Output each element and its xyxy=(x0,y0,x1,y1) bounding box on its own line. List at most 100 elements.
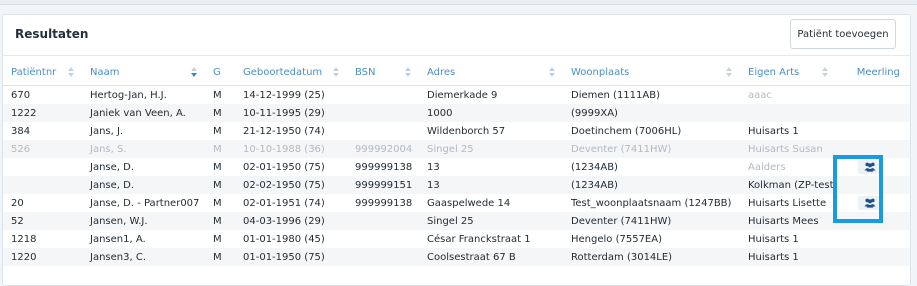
cell-gender: M xyxy=(213,125,222,137)
sort-icon[interactable] xyxy=(68,67,74,77)
table-row[interactable]: 20 Janse, D. - Partner007 M 02-01-1951 (74)… xyxy=(3,194,910,212)
cell-own-doctor: Huisarts 1 xyxy=(740,248,836,266)
cell-patient-nr: 1222 xyxy=(3,104,82,122)
column-header-pati-ntnr[interactable]: Patiëntnr xyxy=(3,59,82,86)
cell-bsn: 999999151 xyxy=(347,176,419,194)
results-table: Patiëntnr Naam G Geboortedatum BSN Adres Woonp… xyxy=(3,59,910,266)
cell-name: Janse, D. xyxy=(90,161,135,173)
column-header-eigen-arts[interactable]: Eigen Arts xyxy=(740,59,836,86)
cell-address: Diemerkade 9 xyxy=(427,89,498,101)
cell-city: Deventer (7411HW) xyxy=(563,212,740,230)
cell-meerling xyxy=(836,230,910,248)
sort-icon[interactable] xyxy=(405,67,411,77)
cell-birthdate: 10-10-1988 (36) xyxy=(235,140,347,158)
cell-bsn: 999992004 xyxy=(347,140,419,158)
cell-birthdate: 21-12-1950 (74) xyxy=(243,125,325,137)
table-row[interactable]: 1220 Jansen3, C. M 01-01-1950 (75) Coolsestr… xyxy=(3,248,910,266)
cell-address: Gaaspelwede 14 xyxy=(427,197,511,209)
cell-address: Singel 25 xyxy=(419,140,563,158)
cell-name: Jans, J. xyxy=(90,125,124,137)
column-header-geboortedatum[interactable]: Geboortedatum xyxy=(235,59,347,86)
cell-meerling xyxy=(836,158,910,176)
cell-gender: M xyxy=(205,212,235,230)
table-row[interactable]: Janse, D. M 02-01-1950 (75) 999999138 13 (123… xyxy=(3,158,910,176)
cell-bsn xyxy=(347,86,419,105)
cell-patient-nr: 384 xyxy=(11,125,31,137)
table-row[interactable]: Janse, D. M 02-02-1950 (75) 999999151 13 (123… xyxy=(3,176,910,194)
cell-patient-nr: 670 xyxy=(11,89,31,101)
cell-address: 13 xyxy=(419,176,563,194)
add-patient-button[interactable]: Patiënt toevoegen xyxy=(790,19,896,49)
table-row[interactable]: 384 Jans, J. M 21-12-1950 (74) Wildenborch 5… xyxy=(3,122,910,140)
cell-patient-nr: 1218 xyxy=(11,233,37,245)
cell-name: Janse, D. xyxy=(82,176,205,194)
table-row[interactable]: 670 Hertog-Jan, H.J. M 14-12-1999 (25) Dieme… xyxy=(3,86,910,105)
cell-name: Janse, D. - Partner007 xyxy=(90,197,200,209)
cell-city: Diemen (1111AB) xyxy=(571,89,660,101)
cell-meerling xyxy=(836,86,910,105)
cell-own-doctor: Aalders xyxy=(748,161,786,173)
cell-gender: M xyxy=(213,197,222,209)
cell-gender: M xyxy=(205,248,235,266)
sort-icon[interactable] xyxy=(191,67,197,77)
column-label: Geboortedatum xyxy=(243,66,323,78)
cell-city: Doetinchem (7006HL) xyxy=(571,125,682,137)
cell-birthdate: 10-11-1995 (29) xyxy=(235,104,347,122)
cell-bsn xyxy=(347,122,419,140)
cell-birthdate: 14-12-1999 (25) xyxy=(243,89,325,101)
cell-name: Jansen1, A. xyxy=(90,233,146,245)
cell-own-doctor xyxy=(740,104,836,122)
column-label: Patiëntnr xyxy=(11,66,57,78)
cell-birthdate: 02-01-1950 (75) xyxy=(243,161,325,173)
cell-address: Singel 25 xyxy=(419,212,563,230)
cell-name: Hertog-Jan, H.J. xyxy=(90,89,167,101)
table-header-row: Patiëntnr Naam G Geboortedatum BSN Adres Woonp… xyxy=(3,59,910,86)
cell-birthdate: 04-03-1996 (29) xyxy=(235,212,347,230)
column-label: G xyxy=(213,66,221,78)
cell-address: Coolsestraat 67 B xyxy=(419,248,563,266)
column-header-woonplaats[interactable]: Woonplaats xyxy=(563,59,740,86)
cell-meerling xyxy=(836,140,910,158)
cell-own-doctor: Huisarts Mees xyxy=(740,212,836,230)
column-header-g: G xyxy=(205,59,235,86)
sort-icon[interactable] xyxy=(549,67,555,77)
cell-address: César Franckstraat 1 xyxy=(427,233,531,245)
cell-city: (1234AB) xyxy=(571,161,618,173)
cell-own-doctor: Huisarts 1 xyxy=(748,125,799,137)
column-label: Eigen Arts xyxy=(748,66,800,78)
cell-birthdate: 01-01-1950 (75) xyxy=(235,248,347,266)
cell-birthdate: 01-01-1980 (45) xyxy=(243,233,325,245)
table-row[interactable]: 1222 Janiek van Veen, A. M 10-11-1995 (29) 1… xyxy=(3,104,910,122)
cell-city: Rotterdam (3014LE) xyxy=(563,248,740,266)
cell-city: (1234AB) xyxy=(563,176,740,194)
cell-meerling xyxy=(836,176,910,194)
table-row[interactable]: 526 Jans, S. M 10-10-1988 (36) 999992004 Sing… xyxy=(3,140,910,158)
cell-name: Jansen, W.J. xyxy=(82,212,205,230)
cell-name: Jansen3, C. xyxy=(82,248,205,266)
results-card: Resultaten Patiënt toevoegen Patiëntnr Na… xyxy=(2,14,911,286)
users-icon[interactable] xyxy=(858,196,882,210)
results-title: Resultaten xyxy=(15,27,89,41)
sort-icon[interactable] xyxy=(726,67,732,77)
cell-gender: M xyxy=(213,161,222,173)
sort-icon[interactable] xyxy=(333,67,339,77)
table-row[interactable]: 1218 Jansen1, A. M 01-01-1980 (45) César Fra… xyxy=(3,230,910,248)
cell-patient-nr: 52 xyxy=(3,212,82,230)
cell-city: Deventer (7411HW) xyxy=(563,140,740,158)
column-header-bsn[interactable]: BSN xyxy=(347,59,419,86)
cell-bsn xyxy=(347,104,419,122)
cell-patient-nr: 1220 xyxy=(3,248,82,266)
column-header-adres[interactable]: Adres xyxy=(419,59,563,86)
users-icon[interactable] xyxy=(858,160,882,174)
table-row[interactable]: 52 Jansen, W.J. M 04-03-1996 (29) Singel 25 D… xyxy=(3,212,910,230)
sort-icon[interactable] xyxy=(822,67,828,77)
cell-meerling xyxy=(836,212,910,230)
cell-birthdate: 02-01-1951 (74) xyxy=(243,197,325,209)
cell-address: 1000 xyxy=(419,104,563,122)
cell-bsn xyxy=(347,248,419,266)
cell-address: 13 xyxy=(427,161,440,173)
column-header-naam[interactable]: Naam xyxy=(82,59,205,86)
cell-gender: M xyxy=(205,176,235,194)
column-label: BSN xyxy=(355,66,376,78)
column-label: Meerling xyxy=(856,66,900,78)
